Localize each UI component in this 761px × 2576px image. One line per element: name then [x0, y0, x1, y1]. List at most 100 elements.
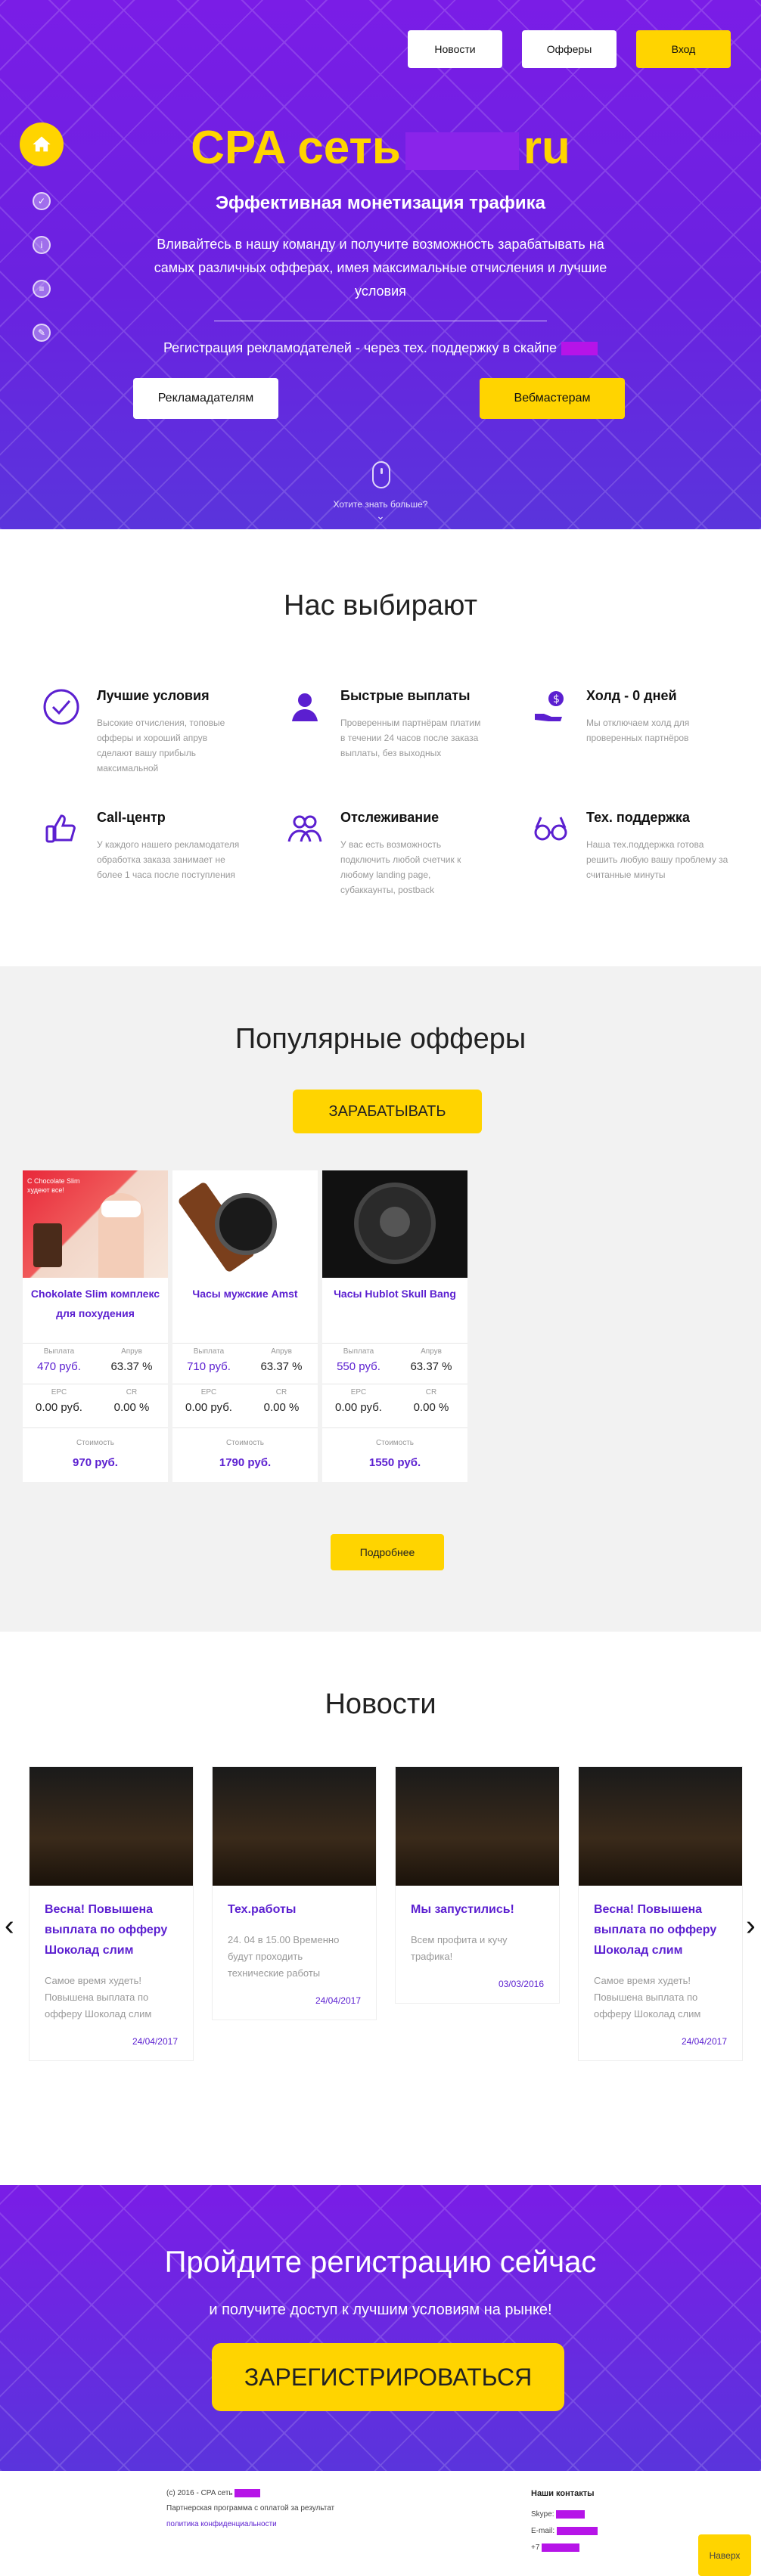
webmasters-button[interactable]: Вебмастерам — [480, 378, 625, 419]
logo: CPA сеть ru — [0, 121, 761, 175]
cr-label: CR — [275, 1388, 287, 1396]
news-card[interactable]: Весна! Повышена выплата по офферу Шокола… — [578, 1766, 743, 2061]
side-info-icon[interactable]: i — [33, 236, 51, 254]
hero-registration-note: Регистрация рекламодателей - через тех. … — [0, 340, 761, 356]
offer-card[interactable]: Часы Hublot Skull Bang Выплата 550 руб. А… — [322, 1170, 467, 1482]
news-card[interactable]: Тех.работы 24. 04 в 15.00 Временно будут… — [212, 1766, 377, 2020]
cost-label: Стоимость — [76, 1439, 115, 1447]
hero-description: Вливайтесь в нашу команду и получите воз… — [154, 237, 607, 299]
news-title-link[interactable]: Весна! Повышена выплата по офферу Шокола… — [30, 1886, 193, 1961]
epc-label: EPC — [350, 1388, 367, 1396]
news-image — [30, 1767, 193, 1886]
more-label[interactable]: Хотите знать больше? — [0, 499, 761, 510]
news-card[interactable]: Весна! Повышена выплата по офферу Шокола… — [29, 1766, 194, 2061]
user-icon — [292, 693, 318, 721]
payout-cell: Выплата 710 руб. — [172, 1344, 245, 1373]
registration-note-text: Регистрация рекламодателей - через тех. … — [163, 340, 558, 355]
check-circle-icon — [43, 689, 79, 725]
payout-value: 710 руб. — [187, 1360, 231, 1373]
earn-button[interactable]: ЗАРАБАТЫВАТЬ — [293, 1090, 482, 1133]
news-date: 24/04/2017 — [132, 2036, 178, 2047]
feature-title: Call-центр — [97, 810, 166, 825]
register-section — [0, 2185, 761, 2471]
phone-redaction — [542, 2543, 580, 2552]
hero-section: Новости Офферы Вход ✓ i ≡ ✎ CPA сеть ru Э… — [0, 0, 761, 529]
offer-card[interactable]: C Chocolate Slim худеют все! Chokolate S… — [23, 1170, 168, 1482]
support-icon — [534, 817, 567, 841]
figure-top — [101, 1201, 141, 1217]
epc-label: EPC — [51, 1388, 67, 1396]
epc-label: EPC — [200, 1388, 217, 1396]
cr-cell: CR 0.00 % — [395, 1384, 467, 1414]
feature-text: У вас есть возможность подключить любой … — [340, 839, 461, 895]
approve-value: 63.37 % — [410, 1360, 452, 1373]
hero-tagline: Эффективная монетизация трафика — [215, 193, 546, 213]
offer-cost: Стоимость 1790 руб. — [172, 1427, 318, 1469]
side-news-icon[interactable]: ≡ — [33, 280, 51, 298]
chevron-right-icon[interactable]: › — [746, 1910, 756, 1942]
epc-value: 0.00 руб. — [36, 1401, 82, 1414]
offers-more-button[interactable]: Подробнее — [331, 1534, 444, 1570]
news-title-link[interactable]: Весна! Повышена выплата по офферу Шокола… — [579, 1886, 742, 1961]
nav-news-button[interactable]: Новости — [408, 30, 502, 68]
payout-label: Выплата — [343, 1347, 374, 1356]
watch-face — [215, 1193, 277, 1255]
offer-title[interactable]: Часы Hublot Skull Bang — [322, 1284, 467, 1303]
privacy-link[interactable]: политика конфиденциальности — [166, 2520, 277, 2528]
news-card[interactable]: Мы запустились! Всем профита и кучу траф… — [395, 1766, 560, 2004]
offer-title[interactable]: Chokolate Slim комплекс для похудения — [23, 1284, 168, 1323]
news-date: 03/03/2016 — [498, 1979, 544, 1989]
payout-cell: Выплата 550 руб. — [322, 1344, 395, 1373]
side-edit-icon[interactable]: ✎ — [33, 324, 51, 342]
news-title-link[interactable]: Тех.работы — [213, 1886, 376, 1920]
email-label: E-mail: — [531, 2527, 555, 2536]
register-subtitle: и получите доступ к лучшим условиям на р… — [209, 2302, 552, 2318]
money-hand-icon: $ — [535, 691, 564, 721]
cr-label: CR — [126, 1388, 138, 1396]
nav-login-button[interactable]: Вход — [636, 30, 731, 68]
news-text: Самое время худеть! Повышена выплата по … — [594, 1975, 701, 2020]
feature-text: У каждого нашего рекламодателя обработка… — [97, 839, 240, 880]
offer-stats-row: Выплата 710 руб. Апрув 63.37 % — [172, 1343, 318, 1384]
mouse-scroll-icon — [372, 461, 390, 488]
offer-stats-row: EPC 0.00 руб. CR 0.00 % — [322, 1384, 467, 1424]
contacts-title: Наши контакты — [531, 2489, 595, 2498]
feature-title: Отслеживание — [340, 810, 440, 825]
feature-title: Быстрые выплаты — [340, 688, 471, 703]
email-redaction — [556, 2527, 598, 2535]
footer-copyright: (c) 2016 - CPA сеть — [166, 2489, 261, 2497]
skype-redaction — [556, 2510, 586, 2519]
news-title: Новости — [325, 1688, 436, 1720]
svg-text:$: $ — [553, 693, 560, 705]
register-pattern — [0, 2185, 761, 2471]
advertisers-button[interactable]: Рекламадателям — [133, 378, 278, 419]
cost-value: 1790 руб. — [219, 1456, 272, 1469]
news-image — [396, 1767, 559, 1886]
contact-phone: +7 — [531, 2543, 580, 2552]
offer-cost: Стоимость 1550 руб. — [322, 1427, 467, 1469]
offer-image: C Chocolate Slim худеют все! — [23, 1170, 168, 1278]
offer-image — [172, 1170, 318, 1278]
news-title-link[interactable]: Мы запустились! — [396, 1886, 559, 1920]
approve-label: Апрув — [271, 1347, 292, 1356]
offer-stats-row: EPC 0.00 руб. CR 0.00 % — [23, 1384, 168, 1424]
nav-offers-button[interactable]: Офферы — [522, 30, 617, 68]
feature-text: Мы отключаем холд для проверенных партнё… — [586, 718, 690, 743]
contact-email: E-mail: — [531, 2527, 598, 2535]
skype-redaction — [561, 342, 598, 356]
news-text: Самое время худеть! Повышена выплата по … — [45, 1975, 152, 2020]
logo-redaction — [405, 132, 519, 170]
offer-title[interactable]: Часы мужские Amst — [172, 1284, 318, 1303]
offer-badge: C Chocolate Slim худеют все! — [27, 1177, 80, 1194]
offer-stats-row: Выплата 470 руб. Апрув 63.37 % — [23, 1343, 168, 1384]
chevron-left-icon[interactable]: ‹ — [5, 1910, 14, 1942]
copyright-redaction — [235, 2489, 261, 2497]
payout-cell: Выплата 470 руб. — [23, 1344, 95, 1373]
thumbs-up-icon — [45, 814, 76, 843]
register-button[interactable]: ЗАРЕГИСТРИРОВАТЬСЯ — [212, 2343, 564, 2411]
scroll-top-button[interactable]: Наверх — [698, 2534, 751, 2576]
approve-value: 63.37 % — [110, 1360, 153, 1373]
chevron-down-icon[interactable]: ⌄ — [0, 510, 761, 522]
approve-cell: Апрув 63.37 % — [245, 1344, 318, 1373]
offer-card[interactable]: Часы мужские Amst Выплата 710 руб. Апрув 6… — [172, 1170, 318, 1482]
